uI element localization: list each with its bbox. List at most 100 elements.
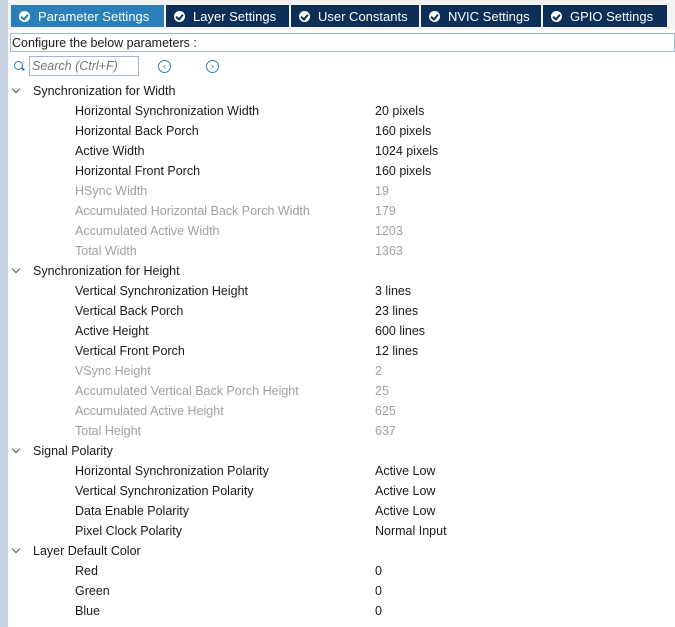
search-input[interactable] [29, 56, 139, 76]
param-value[interactable]: 0 [375, 601, 382, 621]
tab-gpio-settings[interactable]: GPIO Settings [543, 5, 667, 27]
param-value[interactable]: Normal Input [375, 521, 447, 541]
chevron-down-icon[interactable] [12, 547, 20, 555]
param-label: Horizontal Back Porch [75, 124, 199, 138]
tab-label: NVIC Settings [448, 8, 530, 24]
next-icon[interactable]: › [206, 60, 219, 73]
param-value: 625 [375, 404, 396, 418]
param-value[interactable]: 20 pixels [375, 101, 424, 121]
param-row-disabled: Accumulated Active Width 1203 [75, 221, 675, 241]
group-title: Synchronization for Height [33, 264, 180, 278]
param-label: Total Width [75, 244, 137, 258]
group-title: Signal Polarity [33, 444, 113, 458]
param-label: Accumulated Active Height [75, 404, 224, 418]
param-value[interactable]: 600 lines [375, 321, 425, 341]
chevron-down-icon[interactable] [12, 447, 20, 455]
chevron-down-icon[interactable] [12, 87, 20, 95]
param-label: Green [75, 584, 110, 598]
tab-bar: Parameter Settings Layer Settings User C… [8, 0, 675, 30]
group-synchronization-width[interactable]: Synchronization for Width [12, 81, 175, 101]
param-label: Vertical Synchronization Height [75, 284, 249, 298]
param-label: Data Enable Polarity [75, 504, 189, 518]
param-value[interactable]: 0 [375, 561, 382, 581]
group-synchronization-height[interactable]: Synchronization for Height [12, 261, 180, 281]
previous-icon[interactable]: ‹ [158, 60, 171, 73]
param-row[interactable]: Vertical Front Porch 12 lines [75, 341, 675, 361]
check-circle-icon [174, 10, 185, 22]
param-value[interactable]: Active Low [375, 481, 435, 501]
check-circle-icon [429, 10, 440, 22]
param-value: 2 [375, 364, 382, 378]
param-label: Horizontal Front Porch [75, 164, 201, 178]
tab-label: User Constants [318, 8, 408, 24]
param-value[interactable]: 12 lines [375, 341, 418, 361]
param-row[interactable]: Pixel Clock Polarity Normal Input [75, 521, 675, 541]
param-label: Blue [75, 604, 101, 618]
param-value: 1363 [375, 244, 403, 258]
param-label: Pixel Clock Polarity [75, 524, 182, 538]
param-value[interactable]: 3 lines [375, 281, 411, 301]
group-title: Synchronization for Width [33, 84, 176, 98]
param-value[interactable]: 0 [375, 581, 382, 601]
param-label: Active Height [75, 324, 149, 338]
param-label: Red [75, 564, 98, 578]
param-value: 25 [375, 384, 389, 398]
param-row[interactable]: Active Height 600 lines [75, 321, 675, 341]
param-row[interactable]: Vertical Synchronization Height 3 lines [75, 281, 675, 301]
group-title: Layer Default Color [33, 544, 141, 558]
search-icon [14, 61, 23, 70]
param-row[interactable]: Data Enable Polarity Active Low [75, 501, 675, 521]
group-signal-polarity[interactable]: Signal Polarity [12, 441, 113, 461]
param-value[interactable]: 160 pixels [375, 161, 431, 181]
tab-label: Layer Settings [193, 8, 277, 24]
param-value: 19 [375, 184, 389, 198]
tab-label: Parameter Settings [38, 8, 150, 24]
param-label: Horizontal Synchronization Polarity [75, 464, 269, 478]
check-circle-icon [299, 10, 310, 22]
param-value[interactable]: Active Low [375, 461, 435, 481]
param-row[interactable]: Vertical Back Porch 23 lines [75, 301, 675, 321]
param-value: 179 [375, 204, 396, 218]
tab-user-constants[interactable]: User Constants [291, 5, 419, 27]
param-row[interactable]: Red 0 [75, 561, 675, 581]
param-row-disabled: Accumulated Horizontal Back Porch Width 1… [75, 201, 675, 221]
param-row[interactable]: Blue 0 [75, 601, 675, 621]
param-value: 637 [375, 424, 396, 438]
param-value[interactable]: 23 lines [375, 301, 418, 321]
tab-parameter-settings[interactable]: Parameter Settings [11, 5, 164, 27]
param-value[interactable]: 1024 pixels [375, 141, 438, 161]
param-row-disabled: Accumulated Vertical Back Porch Height 25 [75, 381, 675, 401]
param-label: HSync Width [75, 184, 148, 198]
param-row[interactable]: Green 0 [75, 581, 675, 601]
param-label: Accumulated Horizontal Back Porch Width [75, 204, 310, 218]
group-layer-default-color[interactable]: Layer Default Color [12, 541, 141, 561]
param-value[interactable]: Active Low [375, 501, 435, 521]
param-label: Active Width [75, 144, 145, 158]
param-label: Vertical Back Porch [75, 304, 184, 318]
param-label: Vertical Synchronization Polarity [75, 484, 254, 498]
param-row-disabled: Accumulated Active Height 625 [75, 401, 675, 421]
param-label: Total Height [75, 424, 142, 438]
param-label: VSync Height [75, 364, 151, 378]
param-row[interactable]: Vertical Synchronization Polarity Active … [75, 481, 675, 501]
check-circle-icon [19, 10, 30, 22]
param-value: 1203 [375, 224, 403, 238]
param-value[interactable]: 160 pixels [375, 121, 431, 141]
param-row[interactable]: Horizontal Synchronization Width 20 pixel… [75, 101, 675, 121]
left-panel-strip [0, 0, 8, 627]
param-label: Accumulated Vertical Back Porch Height [75, 384, 299, 398]
chevron-down-icon[interactable] [12, 267, 20, 275]
configure-label: Configure the below parameters : [10, 33, 675, 52]
param-row[interactable]: Horizontal Synchronization Polarity Activ… [75, 461, 675, 481]
param-row-disabled: Total Height 637 [75, 421, 675, 441]
param-row[interactable]: Horizontal Back Porch 160 pixels [75, 121, 675, 141]
param-label: Vertical Front Porch [75, 344, 185, 358]
param-row-disabled: Total Width 1363 [75, 241, 675, 261]
param-row[interactable]: Horizontal Front Porch 160 pixels [75, 161, 675, 181]
tab-layer-settings[interactable]: Layer Settings [166, 5, 289, 27]
param-row-disabled: VSync Height 2 [75, 361, 675, 381]
param-row[interactable]: Active Width 1024 pixels [75, 141, 675, 161]
tab-label: GPIO Settings [570, 8, 654, 24]
tab-nvic-settings[interactable]: NVIC Settings [421, 5, 541, 27]
param-label: Accumulated Active Width [75, 224, 220, 238]
